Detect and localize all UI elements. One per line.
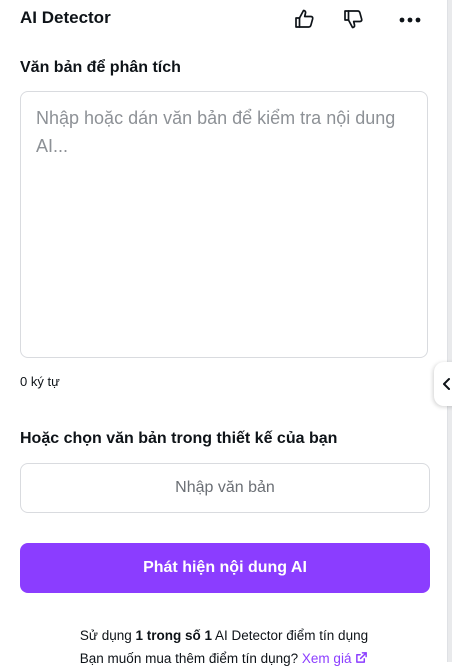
design-section-label: Hoặc chọn văn bản trong thiết kế của bạn [20, 430, 338, 447]
usage-count: 1 trong số 1 [135, 628, 212, 643]
external-link-icon [356, 652, 368, 663]
more-icon [399, 17, 421, 23]
chevron-left-icon [443, 378, 450, 390]
enter-text-button[interactable]: Nhập văn bản [20, 463, 430, 513]
panel-header: AI Detector [20, 4, 440, 34]
thumbs-up-button[interactable] [289, 4, 321, 34]
panel-title: AI Detector [20, 8, 111, 27]
ai-detector-panel: AI Detector Văn bản để phân tích 0 ký tự… [0, 0, 448, 666]
thumbs-down-icon [344, 10, 363, 29]
text-input-area[interactable] [20, 91, 428, 358]
usage-prefix: Sử dụng [79, 628, 136, 643]
view-pricing-link[interactable]: Xem giá [302, 651, 368, 666]
thumbs-up-icon [295, 9, 314, 28]
text-section-label: Văn bản để phân tích [20, 59, 181, 76]
usage-suffix: AI Detector điểm tín dụng [212, 628, 369, 643]
thumbs-down-button[interactable] [338, 4, 370, 34]
collapse-panel-button[interactable] [434, 362, 452, 406]
buy-credits-prefix: Bạn muốn mua thêm điểm tín dụng? [79, 651, 302, 666]
panel-divider [447, 0, 452, 662]
more-options-button[interactable] [394, 4, 426, 34]
character-count: 0 ký tự [20, 374, 60, 389]
buy-credits-text: Bạn muốn mua thêm điểm tín dụng? Xem giá [0, 651, 448, 666]
usage-credits-text: Sử dụng 1 trong số 1 AI Detector điểm tí… [0, 628, 448, 643]
detect-ai-content-button[interactable]: Phát hiện nội dung AI [20, 543, 430, 593]
